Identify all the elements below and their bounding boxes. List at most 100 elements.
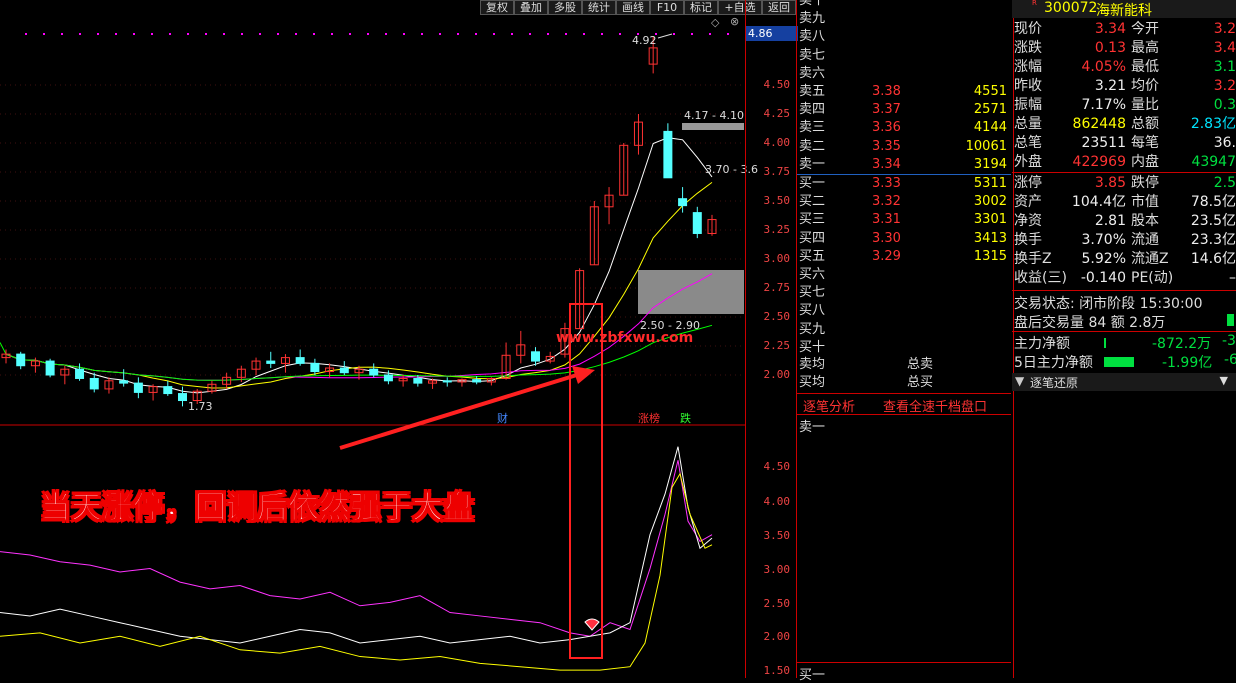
low-price-label: 1.73 — [188, 400, 213, 413]
candle-body — [413, 377, 423, 384]
candle-body — [295, 357, 305, 364]
sell-level-label: 卖七 — [799, 47, 826, 63]
quote-value: 0.13 — [1094, 40, 1126, 56]
quote-key: 最低 — [1131, 59, 1159, 75]
signal-dot — [619, 33, 621, 35]
buy-level-row[interactable]: 买一 3.33 5311 — [797, 175, 1011, 193]
divider — [797, 662, 1011, 663]
chevron-down-icon[interactable]: ▼ — [1015, 374, 1024, 388]
sell-level-row[interactable]: 卖一 3.34 3194 — [797, 156, 1011, 174]
quote-key: 总笔 — [1014, 135, 1042, 151]
quote-key: 均价 — [1131, 78, 1159, 94]
signal-dot — [25, 33, 27, 35]
buy-level-row[interactable]: 买七 — [797, 284, 1011, 302]
quote-value: 2.5 — [1213, 175, 1236, 191]
toolbar-mark-button[interactable]: 标记 — [684, 0, 718, 15]
watermark: www.zbfxwu.com — [556, 330, 694, 346]
quote-value: 3.34 — [1094, 21, 1126, 37]
candle-body — [119, 380, 129, 384]
signal-dot — [79, 33, 81, 35]
sell-level-row[interactable]: 卖五 3.38 4551 — [797, 83, 1011, 101]
quote-value: 3.4 — [1213, 40, 1236, 56]
quote-key: 净资 — [1014, 213, 1042, 229]
axis-label: 3.50 — [763, 194, 791, 207]
buy-level-row[interactable]: 买二 3.32 3002 — [797, 193, 1011, 211]
signal-dot — [349, 33, 351, 35]
candle-body — [75, 368, 85, 379]
quote-row: 振幅 7.17% 量比 0.3 — [1012, 96, 1236, 115]
axis-label: 3.00 — [763, 252, 791, 265]
toolbar-f10-button[interactable]: F10 — [650, 0, 684, 15]
axis-label: 3.00 — [763, 563, 791, 576]
tick-analysis-button[interactable]: 逐笔分析 — [803, 396, 855, 415]
sell-level-row[interactable]: 卖二 3.35 10061 — [797, 138, 1011, 156]
toolbar-multi-button[interactable]: 多股 — [548, 0, 582, 15]
buy-level-price: 3.30 — [872, 230, 901, 246]
sell-level-row[interactable]: 卖三 3.36 4144 — [797, 119, 1011, 137]
buy-level-row[interactable]: 买三 3.31 3301 — [797, 211, 1011, 229]
signal-dot — [241, 33, 243, 35]
filter-icon[interactable]: ▼ — [1220, 374, 1228, 387]
sell-level-row[interactable]: 卖七 — [797, 47, 1011, 65]
event-marker: 财 — [497, 412, 508, 425]
sell-level-volume: 4144 — [973, 120, 1007, 136]
sell-level-label: 卖九 — [799, 11, 826, 27]
sell-level-row[interactable]: 卖四 3.37 2571 — [797, 101, 1011, 119]
axis-label: 3.75 — [763, 165, 791, 178]
quote-value: 7.17% — [1081, 97, 1126, 113]
sell-level-row[interactable]: 卖九 — [797, 10, 1011, 28]
sell-level-price: 3.35 — [872, 138, 901, 154]
candle-body — [163, 386, 173, 395]
toolbar-draw-button[interactable]: 画线 — [616, 0, 650, 15]
toolbar-fuquan-button[interactable]: 复权 — [480, 0, 514, 15]
sell-level-label: 卖一 — [799, 156, 826, 172]
full-depth-button[interactable]: 查看全速千档盘口 — [883, 396, 987, 415]
quote-key: 市值 — [1131, 194, 1159, 210]
buy-level-label: 买五 — [799, 248, 826, 264]
axis-label: 4.25 — [763, 107, 791, 120]
candle-body — [369, 368, 379, 376]
tick-restore-bar[interactable]: ▼ 逐笔还原 ▼ — [1012, 373, 1236, 391]
candle-body — [472, 379, 482, 383]
sell-level-row[interactable]: 卖八 — [797, 28, 1011, 46]
diamond-icon[interactable]: ◇ — [711, 16, 719, 29]
axis-label: 1.50 — [763, 664, 791, 677]
buy-level-row[interactable]: 买八 — [797, 302, 1011, 320]
signal-dot — [511, 33, 513, 35]
signal-dot — [187, 33, 189, 35]
kline-chart[interactable]: 4.92 4.17 - 4.10 3.70 - 3.6 2.50 - 2.90 1.73… — [0, 0, 758, 678]
quote-value: 43947 — [1191, 154, 1236, 170]
quote-row: 总笔 23511 每笔 36. — [1012, 134, 1236, 153]
sell-level-row[interactable]: 卖十 — [797, 0, 1011, 10]
quote-value: 3.2 — [1213, 78, 1236, 94]
sell-level-row[interactable]: 卖六 — [797, 65, 1011, 83]
quote-value: 36. — [1213, 135, 1236, 151]
toolbar-stats-button[interactable]: 统计 — [582, 0, 616, 15]
sell-level-label: 卖二 — [799, 138, 826, 154]
signal-dot — [259, 33, 261, 35]
divider — [1012, 172, 1236, 173]
close-icon[interactable]: ⊗ — [730, 15, 739, 28]
sell-level-price: 3.38 — [872, 84, 901, 99]
buy-level-row[interactable]: 买十 — [797, 339, 1011, 357]
quote-value: 4.05% — [1081, 59, 1126, 75]
signal-dot — [403, 33, 405, 35]
buy-level-label: 买六 — [799, 267, 826, 282]
buy-level-row[interactable]: 买九 — [797, 321, 1011, 339]
buy-level-row[interactable]: 买五 3.29 1315 — [797, 248, 1011, 266]
quote-value: 3.21 — [1094, 78, 1126, 94]
signal-dot — [457, 33, 459, 35]
buy-level-row[interactable]: 买六 — [797, 266, 1011, 284]
order-book: 卖十 卖九 卖八 卖七卖六 卖五 3.38 4551 卖四 3.37 2571 卖三 3.36 4144… — [796, 0, 1014, 683]
main-net-value: -872.2万 — [1152, 336, 1212, 352]
quote-value: -0.140 — [1080, 270, 1126, 286]
quote-key: 今开 — [1131, 21, 1159, 37]
quote-value: 3.2 — [1213, 21, 1236, 37]
signal-dot — [529, 33, 531, 35]
quote-key: 总额 — [1131, 116, 1159, 132]
signal-dot — [115, 33, 117, 35]
quote-key: 资产 — [1014, 194, 1042, 210]
buy-level-row[interactable]: 买四 3.30 3413 — [797, 230, 1011, 248]
toolbar-overlay-button[interactable]: 叠加 — [514, 0, 548, 15]
after-hours-bar — [1227, 314, 1234, 326]
